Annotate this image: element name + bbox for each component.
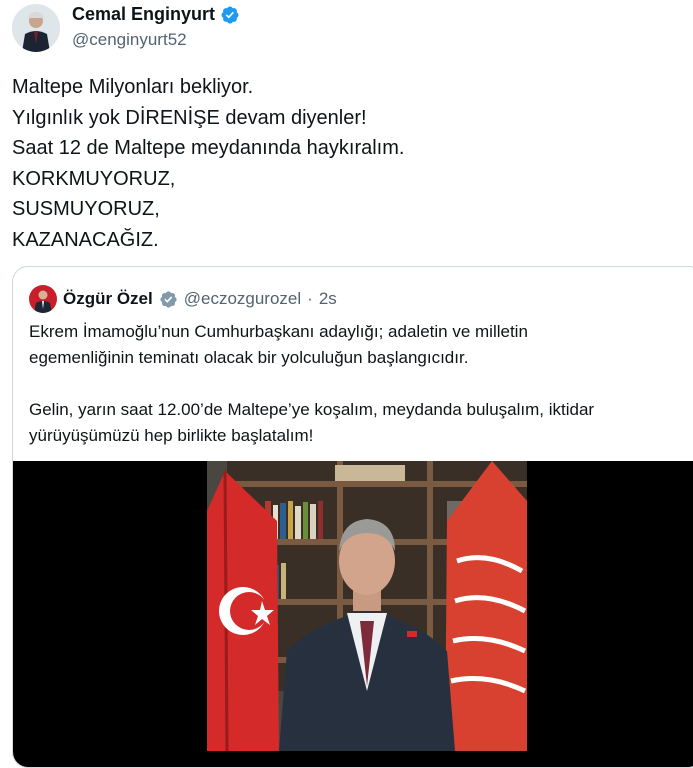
tweet-line: SUSMUYORUZ, [12,198,160,220]
quoted-author-handle[interactable]: @eczozgurozel [184,289,301,309]
quoted-text-line: Gelin, yarın saat 12.00’de Maltepe’ye ko… [29,400,595,419]
tweet-line: Yılgınlık yok DİRENİŞE devam diyenler! [12,106,367,129]
author-handle[interactable]: @cenginyurt52 [72,30,187,50]
quoted-tweet-card[interactable]: Özgür Özel @eczozgurozel · 2s Ekrem İmam… [12,266,693,768]
author-name[interactable]: Cemal Enginyurt [72,4,215,25]
quoted-tweet-header: Özgür Özel @eczozgurozel · 2s [29,285,337,313]
quoted-tweet-time[interactable]: 2s [319,289,337,309]
tweet-line: KAZANACAĞIZ. [12,228,159,251]
tweet-line: Maltepe Milyonları bekliyor. [12,76,254,98]
quoted-tweet-text: Ekrem İmamoğlu’nun Cumhurbaşkanı adaylığ… [29,319,693,449]
tweet-text: Maltepe Milyonları bekliyor. Yılgınlık y… [12,72,404,255]
author-avatar[interactable] [12,4,60,52]
meta-separator: · [307,289,313,308]
tweet-line: KORKMUYORUZ, [12,167,176,190]
tweet-line: Saat 12 de Maltepe meydanında haykıralım… [12,137,405,159]
quoted-author-name[interactable]: Özgür Özel [63,289,153,309]
video-frame [207,461,527,751]
quoted-text-line: Ekrem İmamoğlu’nun Cumhurbaşkanı adaylığ… [29,322,528,341]
quoted-avatar-image [29,285,57,313]
video-player[interactable] [207,461,527,751]
quoted-text-line: yürüyüşümüzü hep birlikte başlatalım! [29,426,314,445]
verified-badge-icon [221,5,239,24]
verified-badge-icon [160,290,177,308]
author-name-row: Cemal Enginyurt [72,4,240,25]
quoted-tweet-media[interactable] [13,461,693,767]
quoted-text-line: egemenliğinin teminatı olacak bir yolcul… [29,348,469,367]
quoted-author-avatar[interactable] [29,285,57,313]
avatar-image [12,4,60,52]
